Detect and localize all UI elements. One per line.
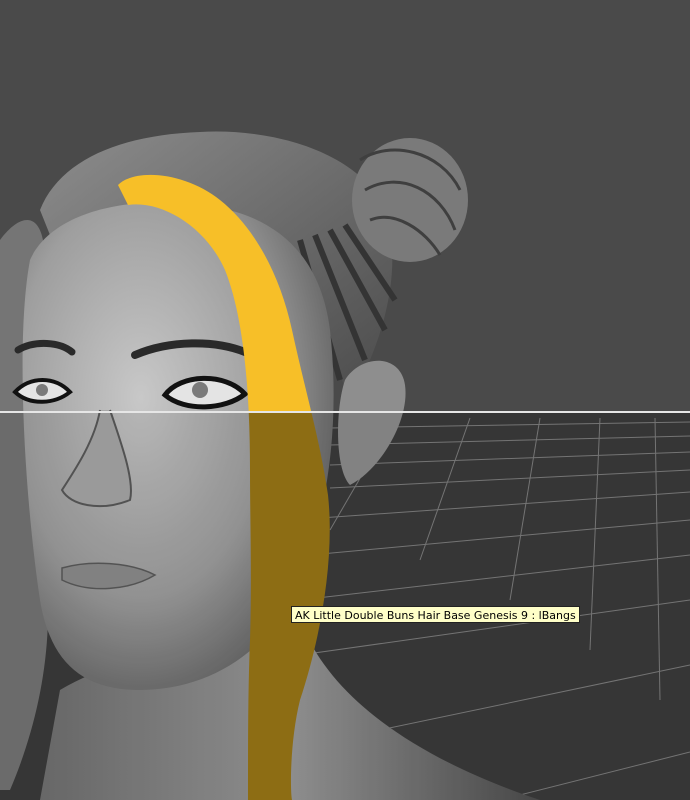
hair-bun [352, 138, 468, 262]
node-tooltip: AK Little Double Buns Hair Base Genesis … [291, 606, 580, 623]
viewport-scene[interactable] [0, 0, 690, 800]
3d-viewport[interactable]: AK Little Double Buns Hair Base Genesis … [0, 0, 690, 800]
eye-left [12, 378, 73, 404]
eye-right [161, 375, 249, 410]
